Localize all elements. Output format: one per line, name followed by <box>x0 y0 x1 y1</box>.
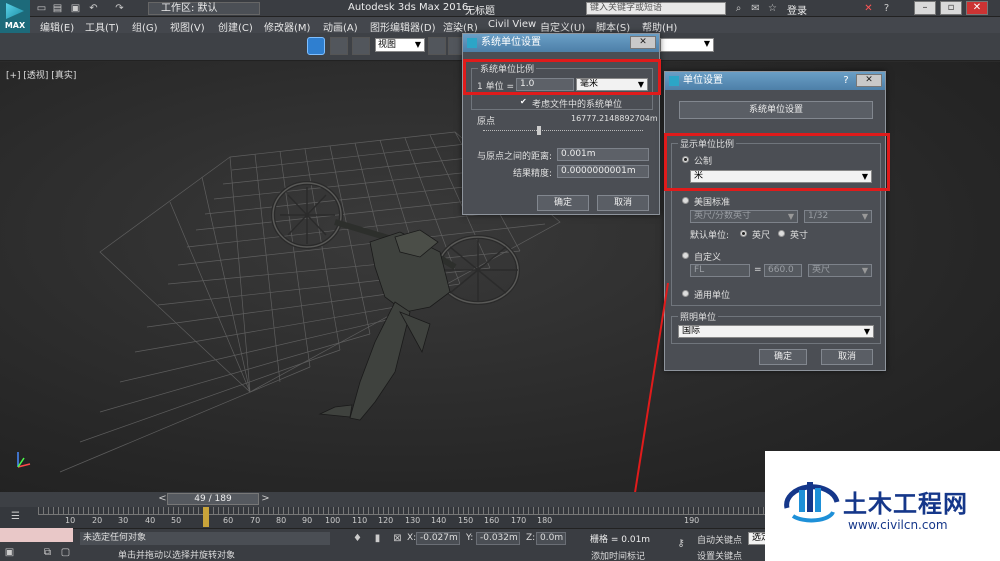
grid-size-readout: 栅格 = 0.01m <box>590 535 651 545</box>
transform-mode-icon[interactable]: ⊠ <box>392 533 403 544</box>
tick-label: 10 <box>65 516 76 525</box>
tick-label: 90 <box>302 516 313 525</box>
selection-status: 未选定任何对象 <box>80 532 330 545</box>
tick-label: 40 <box>145 516 156 525</box>
tick-label: 140 <box>431 516 447 525</box>
taskbar-mini: ▣ ⧉ ▢ <box>0 543 80 561</box>
tick-label: 150 <box>458 516 474 525</box>
track-bar-icon[interactable]: ☰ <box>10 511 21 522</box>
tick-label: 80 <box>276 516 287 525</box>
tick-label: 60 <box>223 516 234 525</box>
next-frame-icon[interactable]: > <box>260 493 271 504</box>
maxscript-listener[interactable] <box>0 528 73 542</box>
tick-label: 180 <box>537 516 553 525</box>
set-key-button[interactable]: 设置关键点 <box>697 549 742 561</box>
y-label: Y: <box>466 533 474 543</box>
app-window: ▭ ▤ ▣ ↶ ↷ 工作区: 默认 Autodesk 3ds Max 2016 … <box>0 0 1000 561</box>
time-slider[interactable]: 49 / 189 <box>167 493 259 505</box>
prompt-line: 单击并拖动以选择并旋转对象 <box>118 551 236 561</box>
tick-label: 110 <box>352 516 368 525</box>
z-coordinate-input[interactable]: 0.0m <box>536 532 566 545</box>
auto-key-button[interactable]: 自动关键点 <box>697 533 742 546</box>
tick-label: 160 <box>484 516 500 525</box>
x-coordinate-input[interactable]: -0.027m <box>416 532 460 545</box>
window-restore-icon[interactable]: ⧉ <box>42 547 53 558</box>
tick-label: 50 <box>171 516 182 525</box>
add-time-tag-label[interactable]: 添加时间标记 <box>591 549 645 561</box>
watermark: 土木工程网 www.civilcn.com <box>765 451 1000 561</box>
y-coordinate-input[interactable]: -0.032m <box>476 532 520 545</box>
tick-label: 190 <box>684 516 700 525</box>
watermark-name: 土木工程网 <box>843 490 968 518</box>
lock-icon[interactable]: ▮ <box>372 533 383 544</box>
window-max-icon[interactable]: ▢ <box>60 547 71 558</box>
watermark-url: www.civilcn.com <box>848 518 948 532</box>
tick-label: 70 <box>250 516 261 525</box>
tick-label: 100 <box>325 516 341 525</box>
tick-label: 170 <box>511 516 527 525</box>
z-label: Z: <box>526 533 536 543</box>
tick-label: 120 <box>378 516 394 525</box>
tick-label: 130 <box>405 516 421 525</box>
time-cursor[interactable] <box>203 507 209 527</box>
isolate-icon[interactable]: ♦ <box>352 533 363 544</box>
key-icon[interactable]: ⚷ <box>672 538 690 549</box>
x-label: X: <box>407 533 417 543</box>
window-thumb-icon[interactable]: ▣ <box>4 547 15 558</box>
civilcn-logo-icon <box>784 482 840 523</box>
tick-label: 30 <box>118 516 129 525</box>
tick-label: 20 <box>92 516 103 525</box>
